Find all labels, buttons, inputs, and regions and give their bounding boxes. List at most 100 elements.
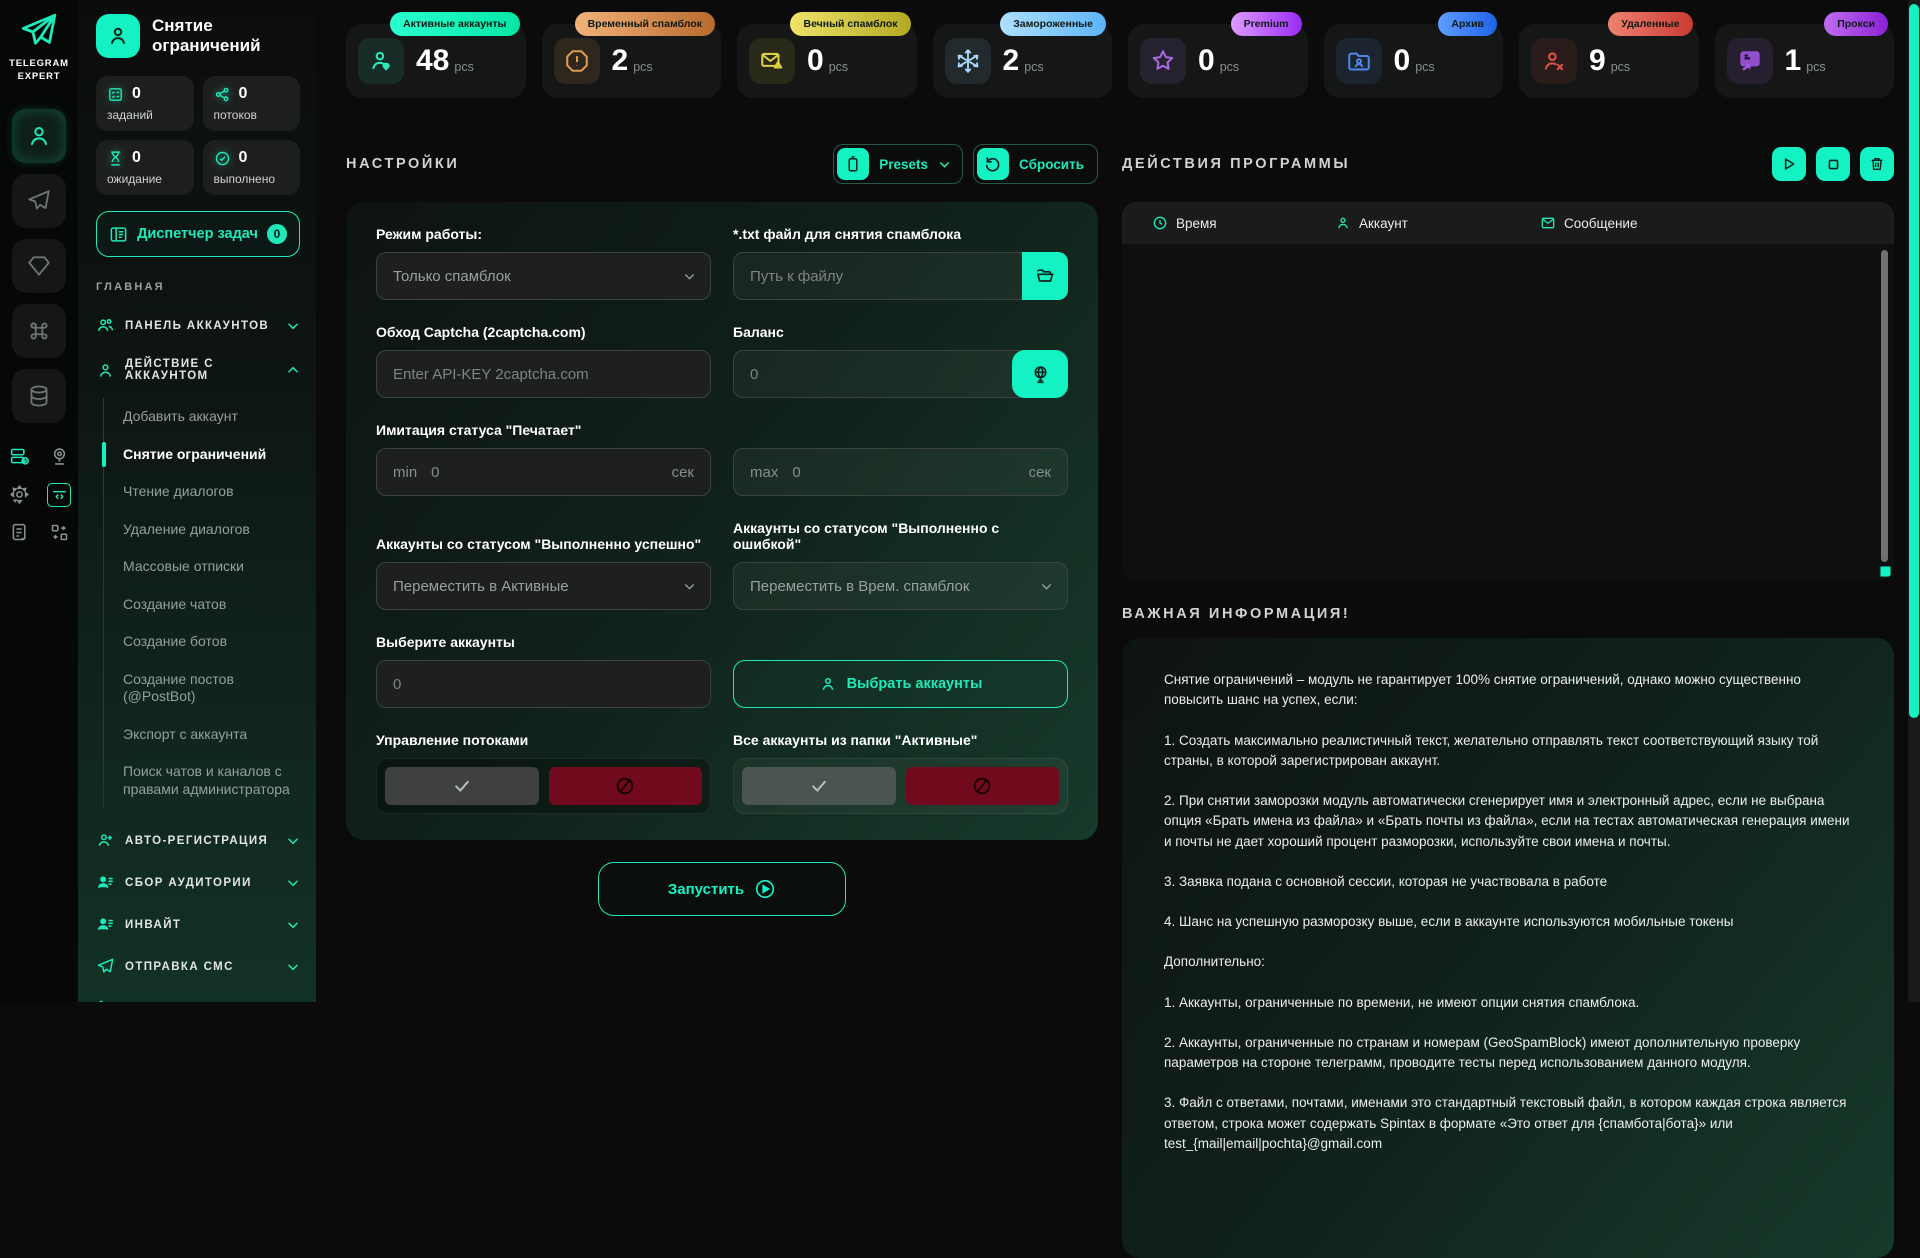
diamond-icon [26, 253, 52, 279]
hourglass-icon [107, 150, 124, 167]
mail-icon [1540, 215, 1556, 231]
stop-button[interactable] [1816, 147, 1850, 181]
presets-label: Presets [879, 157, 928, 172]
rail-tools-button[interactable] [12, 304, 66, 358]
block-icon [614, 775, 636, 797]
stat-card-proxy[interactable]: Прокси 1 pcs [1715, 24, 1895, 98]
mail-warning-icon [749, 38, 795, 84]
log-scrollbar[interactable] [1881, 250, 1888, 562]
counter-value: 0 [239, 85, 248, 103]
reset-button[interactable]: Сбросить [973, 144, 1098, 184]
rail-premium-button[interactable] [12, 239, 66, 293]
start-button[interactable]: Запустить [598, 862, 846, 916]
star-icon [1140, 38, 1186, 84]
logo-line1: TELEGRAM [9, 58, 69, 71]
submenu-item[interactable]: Поиск чатов и каналов с правами админист… [123, 753, 300, 808]
submenu-item[interactable]: Создание постов (@PostBot) [123, 661, 300, 716]
resize-grip[interactable] [1880, 566, 1891, 577]
paper-plane-icon [96, 957, 115, 976]
code-window-icon[interactable] [47, 483, 71, 507]
nav-item-invite[interactable]: ИНВАЙТ [96, 915, 300, 934]
submenu-item-active[interactable]: Снятие ограничений [123, 436, 300, 474]
typing-max-input[interactable]: max 0 сек [733, 448, 1068, 496]
stat-unit: pcs [829, 60, 848, 74]
info-paragraph: Дополнительно: [1164, 952, 1852, 972]
nav-item-auto-registration[interactable]: АВТО-РЕГИСТРАЦИЯ [96, 831, 300, 850]
rail-sender-button[interactable] [12, 174, 66, 228]
info-paragraph: 1. Аккаунты, ограниченные по времени, не… [1164, 993, 1852, 1013]
submenu-item[interactable]: Чтение диалогов [123, 473, 300, 511]
stat-card-premium[interactable]: Premium 0 pcs [1128, 24, 1308, 98]
stat-unit: pcs [1024, 60, 1043, 74]
stat-card-temp-spamblock[interactable]: Временный спамблок 2 pcs [542, 24, 722, 98]
info-paragraph: 2. При снятии заморозки модуль автоматич… [1164, 791, 1852, 852]
page-scrollbar[interactable] [1908, 0, 1920, 1002]
nav-item-account-actions[interactable]: ДЕЙСТВИЕ С АККАУНТОМ [96, 358, 300, 382]
stat-card-frozen[interactable]: Замороженные 2 pcs [933, 24, 1113, 98]
all-accounts-on-button[interactable] [742, 767, 896, 805]
user-icon [819, 675, 837, 693]
stat-badge: Вечный спамблок [790, 12, 910, 36]
nav-item-audience[interactable]: СБОР АУДИТОРИИ [96, 873, 300, 892]
stat-badge: Замороженные [1000, 12, 1106, 36]
presets-button[interactable]: Presets [833, 144, 963, 184]
check-icon [452, 776, 472, 796]
trash-button[interactable] [1860, 147, 1894, 181]
swap-icon[interactable] [47, 521, 71, 545]
database-icon [26, 383, 52, 409]
webcam-icon[interactable] [47, 445, 71, 469]
rail-database-button[interactable] [12, 369, 66, 423]
folder-open-button[interactable] [1022, 252, 1068, 300]
mode-select[interactable]: Только спамблок [376, 252, 711, 300]
gear-icon[interactable] [7, 483, 31, 507]
submenu-item[interactable]: Создание ботов [123, 623, 300, 661]
telegram-plane-logo-icon [18, 10, 60, 52]
threads-toggle-group [376, 758, 711, 814]
play-button[interactable] [1772, 147, 1806, 181]
typing-min-input[interactable]: min 0 сек [376, 448, 711, 496]
document-check-icon[interactable] [7, 521, 31, 545]
captcha-api-key-input[interactable] [377, 351, 710, 397]
threads-on-button[interactable] [385, 767, 539, 805]
task-manager-label: Диспетчер задач [137, 226, 258, 242]
txt-file-control [733, 252, 1068, 300]
chevron-down-icon [286, 918, 300, 932]
choose-accounts-button[interactable]: Выбрать аккаунты [733, 660, 1068, 708]
settings-panel: Режим работы: Только спамблок *.txt файл… [346, 202, 1098, 840]
reset-label: Сбросить [1019, 157, 1084, 172]
globe-check-button[interactable] [1012, 350, 1068, 398]
accounts-count-input[interactable] [377, 661, 710, 707]
stat-badge: Архив [1438, 12, 1497, 36]
counter-value: 0 [132, 149, 141, 167]
stat-unit: pcs [1611, 60, 1630, 74]
all-accounts-off-button[interactable] [906, 767, 1060, 805]
max-prefix: max [734, 464, 778, 481]
submenu-item[interactable]: Создание чатов [123, 586, 300, 624]
settings-column: НАСТРОЙКИ Presets Сбросить [346, 144, 1098, 1258]
nav-item-sms[interactable]: ОТПРАВКА СМС [96, 957, 300, 976]
chevron-down-icon [286, 876, 300, 890]
nav-item-accounts-panel[interactable]: ПАНЕЛЬ АККАУНТОВ [96, 316, 300, 335]
captcha-label: Обход Captcha (2captcha.com) [376, 324, 711, 340]
clock-icon [1152, 215, 1168, 231]
threads-off-button[interactable] [549, 767, 703, 805]
page-scrollbar-thumb[interactable] [1909, 4, 1919, 718]
submenu-item[interactable]: Экспорт с аккаунта [123, 716, 300, 754]
submenu-item[interactable]: Удаление диалогов [123, 511, 300, 549]
stat-card-deleted[interactable]: Удаленные 9 pcs [1519, 24, 1699, 98]
task-manager-button[interactable]: Диспетчер задач 0 [96, 211, 300, 257]
mode-label: Режим работы: [376, 226, 711, 242]
error-select[interactable]: Переместить в Врем. спамблок [733, 562, 1068, 610]
balance-input[interactable] [734, 351, 1012, 397]
success-select[interactable]: Переместить в Активные [376, 562, 711, 610]
submenu-item[interactable]: Массовые отписки [123, 548, 300, 586]
server-check-icon[interactable] [7, 445, 31, 469]
sidebar: Снятие ограничений 0 заданий 0 потоков 0… [78, 0, 316, 1002]
stat-card-perm-spamblock[interactable]: Вечный спамблок 0 pcs [737, 24, 917, 98]
app-logo: TELEGRAMEXPERT [9, 10, 69, 84]
stat-card-archive[interactable]: Архив 0 pcs [1324, 24, 1504, 98]
txt-file-input[interactable] [734, 253, 1022, 299]
submenu-item[interactable]: Добавить аккаунт [123, 398, 300, 436]
stat-card-active-accounts[interactable]: Активные аккаунты 48 pcs [346, 24, 526, 98]
rail-accounts-button[interactable] [12, 109, 66, 163]
